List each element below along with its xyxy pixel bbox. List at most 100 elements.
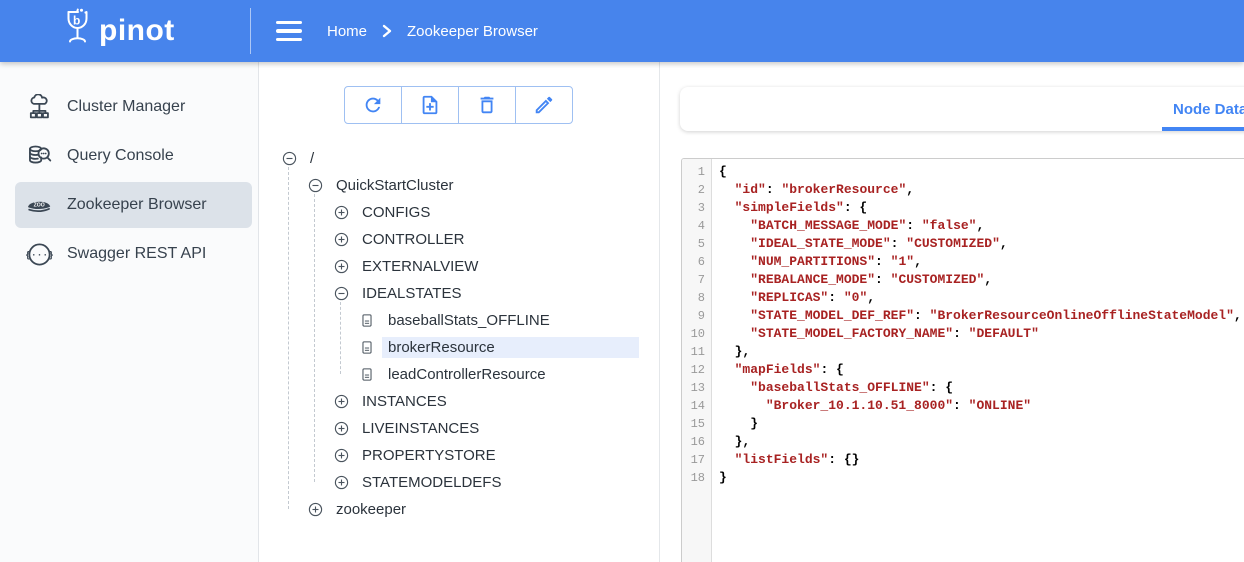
sidebar-item-label: Swagger REST API: [67, 245, 206, 263]
svg-text:b: b: [73, 13, 80, 27]
expand-icon[interactable]: [333, 232, 349, 248]
line-number: 18: [682, 469, 705, 487]
code-line: "mapFields": {: [719, 361, 1244, 379]
expand-icon[interactable]: [333, 394, 349, 410]
collapse-icon[interactable]: [307, 178, 323, 194]
code-line: },: [719, 343, 1244, 361]
tree-node-label: PROPERTYSTORE: [356, 445, 502, 466]
tree-node-leadcontrollerresource[interactable]: leadControllerResource: [279, 361, 639, 388]
code-line: "Broker_10.1.10.51_8000": "ONLINE": [719, 397, 1244, 415]
sidebar-item-query-console[interactable]: Query Console: [15, 133, 252, 179]
tree-node-idealstates[interactable]: IDEALSTATES: [279, 280, 639, 307]
svg-text:{···}: {···}: [26, 249, 53, 260]
refresh-icon: [362, 94, 384, 116]
edit-node-button[interactable]: [515, 86, 573, 124]
tree-node-label: /: [304, 148, 320, 169]
line-number: 6: [682, 253, 705, 271]
node-data-panel: Node Data 123456789101112131415161718 { …: [660, 62, 1244, 562]
code-line: "NUM_PARTITIONS": "1",: [719, 253, 1244, 271]
expand-icon[interactable]: [333, 421, 349, 437]
line-number: 2: [682, 181, 705, 199]
code-line: "STATE_MODEL_DEF_REF": "BrokerResourceOn…: [719, 307, 1244, 325]
breadcrumb-home-link[interactable]: Home: [327, 23, 367, 40]
line-number: 7: [682, 271, 705, 289]
doc-icon[interactable]: [359, 313, 375, 329]
tree-node-baseballstats-offline[interactable]: baseballStats_OFFLINE: [279, 307, 639, 334]
code-line: }: [719, 469, 1244, 487]
line-number: 1: [682, 163, 705, 181]
sidebar-item-label: Zookeeper Browser: [67, 196, 207, 214]
tab-active-indicator: [1162, 127, 1244, 131]
svg-text:ZOO: ZOO: [34, 202, 45, 208]
breadcrumb-current: Zookeeper Browser: [407, 23, 538, 40]
line-number: 5: [682, 235, 705, 253]
expand-icon[interactable]: [333, 205, 349, 221]
add-node-button[interactable]: [401, 86, 459, 124]
line-number: 3: [682, 199, 705, 217]
pinot-app: b pinot Home Zookeeper Browser Cluster M…: [0, 0, 1244, 562]
expand-icon[interactable]: [333, 475, 349, 491]
line-number: 16: [682, 433, 705, 451]
code-line: },: [719, 433, 1244, 451]
expand-icon[interactable]: [333, 448, 349, 464]
tree-node-label: CONTROLLER: [356, 229, 471, 250]
tree-node-liveinstances[interactable]: LIVEINSTANCES: [279, 415, 639, 442]
tree-node-controller[interactable]: CONTROLLER: [279, 226, 639, 253]
delete-node-button[interactable]: [458, 86, 516, 124]
code-line: "baseballStats_OFFLINE": {: [719, 379, 1244, 397]
tree-node-externalview[interactable]: EXTERNALVIEW: [279, 253, 639, 280]
code-line: "simpleFields": {: [719, 199, 1244, 217]
tree-node-label: zookeeper: [330, 499, 412, 520]
tree-node-quickstartcluster[interactable]: QuickStartCluster: [279, 172, 639, 199]
zk-toolbar: [344, 86, 573, 124]
collapse-icon[interactable]: [281, 151, 297, 167]
sidebar-item-zookeeper-browser[interactable]: ZOO Zookeeper Browser: [15, 182, 252, 228]
doc-icon[interactable]: [359, 340, 375, 356]
pinot-logo-icon: b: [64, 8, 91, 55]
code-line: "IDEAL_STATE_MODE": "CUSTOMIZED",: [719, 235, 1244, 253]
line-number: 11: [682, 343, 705, 361]
sidebar-item-swagger-rest-api[interactable]: {···} Swagger REST API: [15, 231, 252, 277]
tree-node-brokerresource[interactable]: brokerResource: [279, 334, 639, 361]
tree-node-label: STATEMODELDEFS: [356, 472, 507, 493]
sidebar-item-cluster-manager[interactable]: Cluster Manager: [15, 84, 252, 130]
swagger-icon: {···}: [25, 240, 53, 268]
tree-node-root[interactable]: /: [279, 145, 639, 172]
line-number: 8: [682, 289, 705, 307]
tree-node-zookeeper[interactable]: zookeeper: [279, 496, 639, 523]
editor-code-content[interactable]: { "id": "brokerResource", "simpleFields"…: [712, 159, 1244, 562]
chevron-right-icon: [381, 24, 393, 38]
expand-icon[interactable]: [333, 259, 349, 275]
tree-node-label: LIVEINSTANCES: [356, 418, 485, 439]
node-tabs-card: Node Data: [680, 87, 1244, 131]
line-number: 14: [682, 397, 705, 415]
tree-node-label: EXTERNALVIEW: [356, 256, 484, 277]
expand-icon[interactable]: [307, 502, 323, 518]
line-number: 4: [682, 217, 705, 235]
tree-node-configs[interactable]: CONFIGS: [279, 199, 639, 226]
edit-icon: [533, 94, 555, 116]
menu-icon[interactable]: [276, 21, 302, 41]
tab-node-data-label: Node Data: [1173, 101, 1244, 118]
pinot-logo-text: pinot: [99, 16, 175, 46]
code-line: }: [719, 415, 1244, 433]
tree-node-label: baseballStats_OFFLINE: [382, 310, 556, 331]
collapse-icon[interactable]: [333, 286, 349, 302]
tab-node-data[interactable]: Node Data: [1162, 87, 1244, 131]
json-editor[interactable]: 123456789101112131415161718 { "id": "bro…: [681, 158, 1244, 562]
sidebar-item-label: Cluster Manager: [67, 98, 185, 116]
tree-node-statemodeldefs[interactable]: STATEMODELDEFS: [279, 469, 639, 496]
tree-node-label: INSTANCES: [356, 391, 453, 412]
tree-node-propertystore[interactable]: PROPERTYSTORE: [279, 442, 639, 469]
doc-icon[interactable]: [359, 367, 375, 383]
refresh-button[interactable]: [344, 86, 402, 124]
line-number: 10: [682, 325, 705, 343]
code-line: "REBALANCE_MODE": "CUSTOMIZED",: [719, 271, 1244, 289]
code-line: "REPLICAS": "0",: [719, 289, 1244, 307]
tree-node-instances[interactable]: INSTANCES: [279, 388, 639, 415]
pinot-logo[interactable]: b pinot: [64, 8, 175, 55]
breadcrumb: Home Zookeeper Browser: [327, 0, 538, 62]
code-line: "STATE_MODEL_FACTORY_NAME": "DEFAULT": [719, 325, 1244, 343]
query-console-icon: [25, 142, 53, 170]
cluster-manager-icon: [25, 93, 53, 121]
